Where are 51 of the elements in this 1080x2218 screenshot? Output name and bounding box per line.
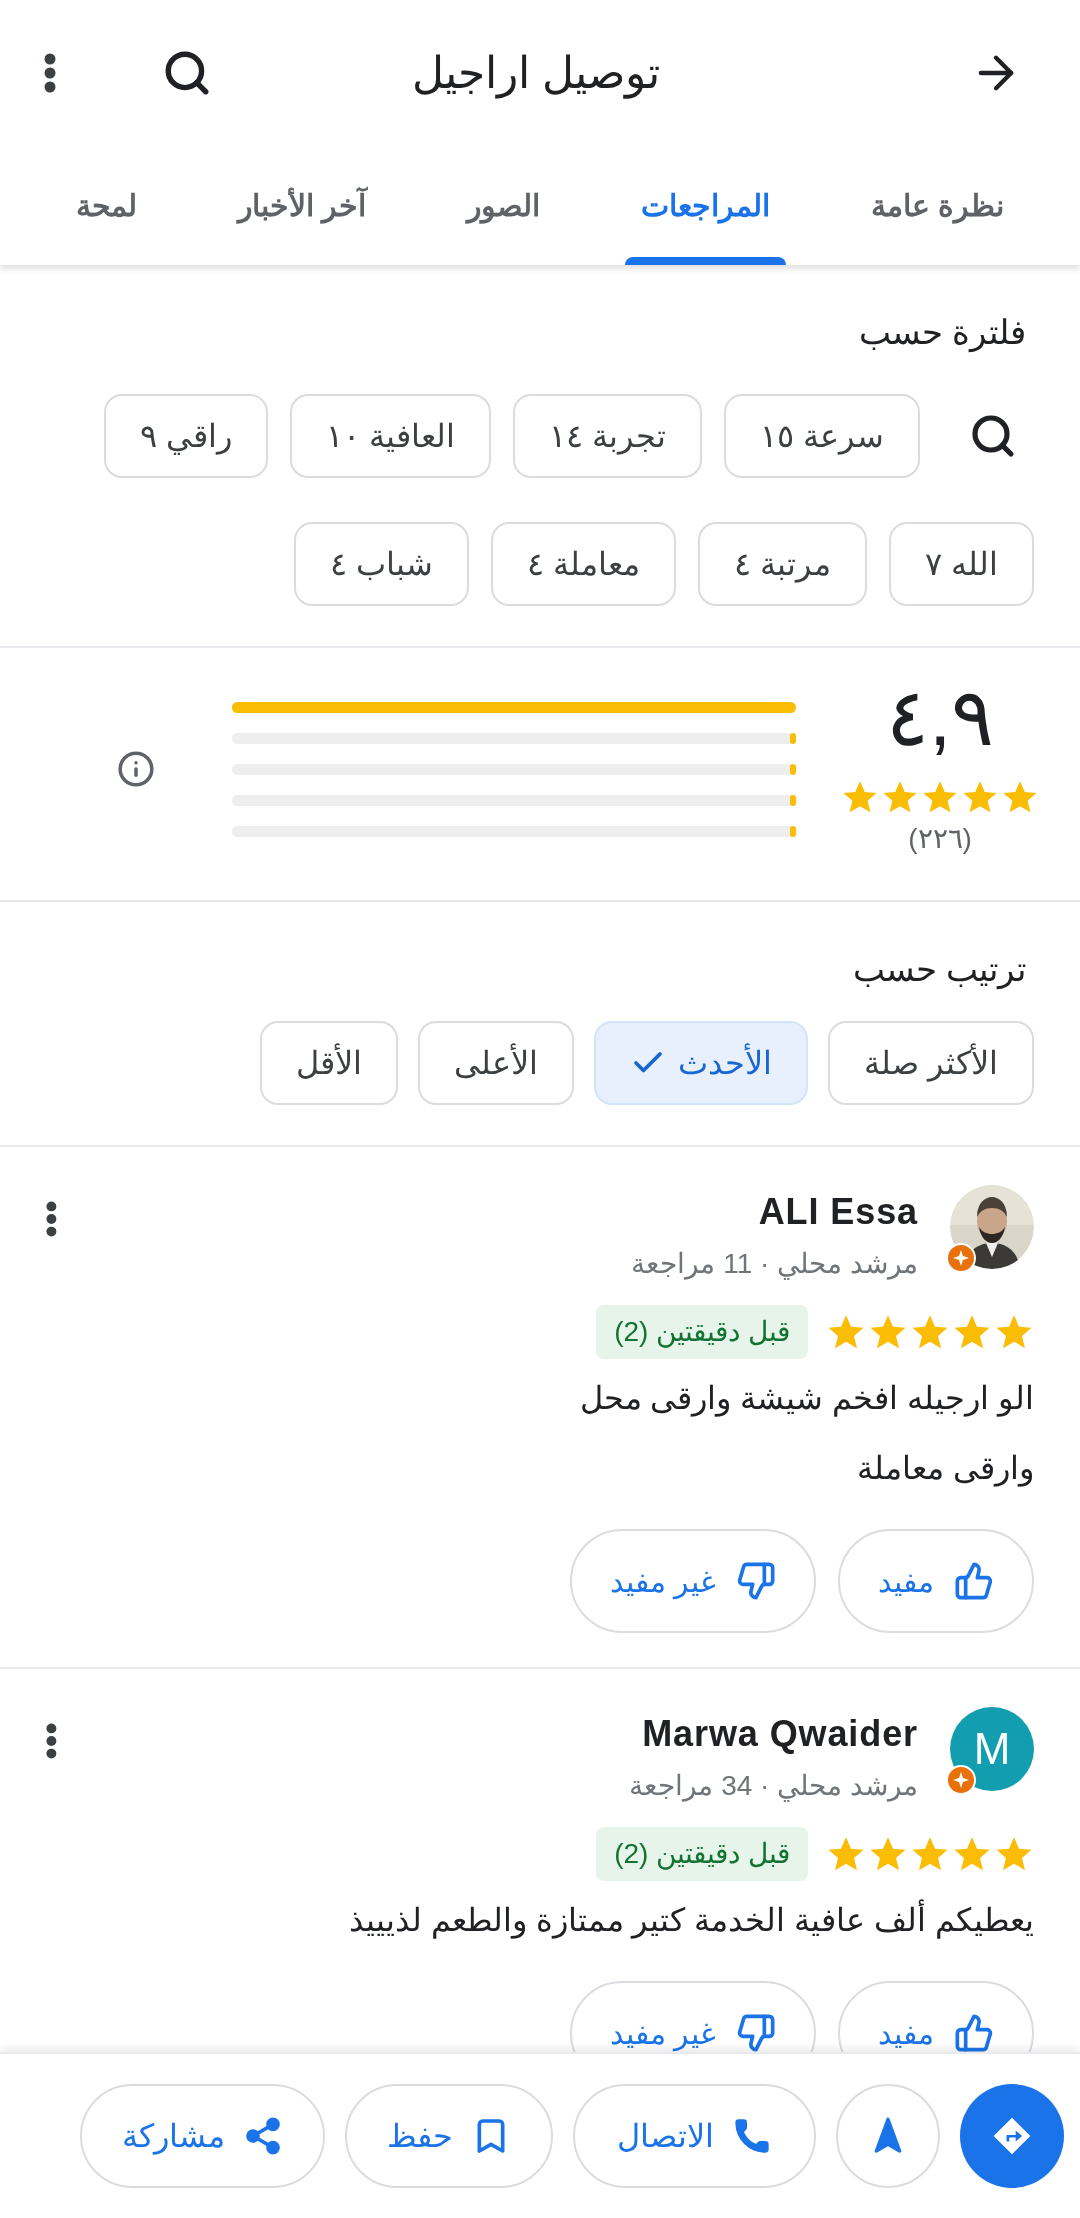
time-badge: قبل دقيقتين (2) <box>596 1827 808 1881</box>
tab[interactable]: المراجعات <box>624 145 786 265</box>
share-button[interactable]: مشاركة <box>80 2084 325 2188</box>
thumbs-down-icon <box>736 2013 776 2052</box>
filter-chip[interactable]: تجربة ١٤ <box>513 394 703 478</box>
tab[interactable]: آخر الأخبار <box>221 145 383 265</box>
review-text: يعطيكم ألف عافية الخدمة كتير ممتازة والطعم لذيييذ <box>46 1885 1034 1955</box>
thumbs-up-icon <box>954 2013 994 2052</box>
tab[interactable]: نظرة عامة <box>854 145 1020 265</box>
sort-chip[interactable]: الأحدث <box>594 1021 809 1105</box>
filter-chip[interactable]: مرتبة ٤ <box>698 522 868 606</box>
reviewer-name: ALI Essa <box>757 1190 918 1234</box>
reviewer-info: مرشد محلي · 34 مراجعة <box>628 1769 918 1804</box>
time-badge: قبل دقيقتين (2) <box>596 1305 808 1359</box>
phone-icon <box>732 2116 772 2156</box>
tab[interactable]: الصور <box>451 145 556 265</box>
reviewer-info: مرشد محلي · 11 مراجعة <box>630 1247 918 1282</box>
filter-chip[interactable]: معاملة ٤ <box>491 522 677 606</box>
helpful-button[interactable]: مفيد <box>838 1529 1034 1633</box>
tab[interactable]: لمحة <box>60 145 153 265</box>
save-button[interactable]: حفظ <box>345 2084 553 2188</box>
call-button[interactable]: الاتصال <box>573 2084 816 2188</box>
filter-chip[interactable]: العافية ١٠ <box>290 394 492 478</box>
sort-heading: ترتيب حسب <box>851 949 1027 992</box>
avatar: M <box>950 1707 1034 1791</box>
info-icon <box>117 750 155 788</box>
more-icon <box>46 1723 57 1759</box>
guide-badge-icon <box>946 1243 976 1273</box>
sort-chip[interactable]: الأكثر صلة <box>828 1021 1034 1105</box>
thumbs-down-icon <box>736 1561 776 1601</box>
more-options-button[interactable] <box>46 1723 57 1759</box>
filter-chip[interactable]: شباب ٤ <box>294 522 470 606</box>
filter-chip[interactable]: سرعة ١٥ <box>724 394 920 478</box>
sort-chip[interactable]: الأعلى <box>418 1021 575 1105</box>
place-title: توصيل اراجيل <box>411 46 662 101</box>
filter-chip[interactable]: راقي ٩ <box>104 394 269 478</box>
search-icon <box>969 412 1017 460</box>
more-icon <box>44 52 56 93</box>
review-text: الو ارجيله افخم شيشة وارقى محل وارقى معاملة <box>578 1379 1034 1489</box>
more-icon <box>46 1201 57 1237</box>
thumbs-up-icon <box>954 1561 994 1601</box>
rating-score: ٤,٩ <box>885 678 995 758</box>
share-icon <box>243 2116 283 2156</box>
sort-chip[interactable]: الأقل <box>260 1021 399 1105</box>
not-helpful-button[interactable]: غير مفيد <box>569 1529 816 1633</box>
filter-heading: فلترة حسب <box>857 312 1027 355</box>
review-count: (٢٢٦) <box>908 822 972 856</box>
filter-chip[interactable]: الله ٧ <box>889 522 1034 606</box>
guide-badge-icon <box>946 1765 976 1795</box>
more-options-button[interactable] <box>46 1201 57 1237</box>
reviewer-name: Marwa Qwaider <box>641 1712 918 1756</box>
